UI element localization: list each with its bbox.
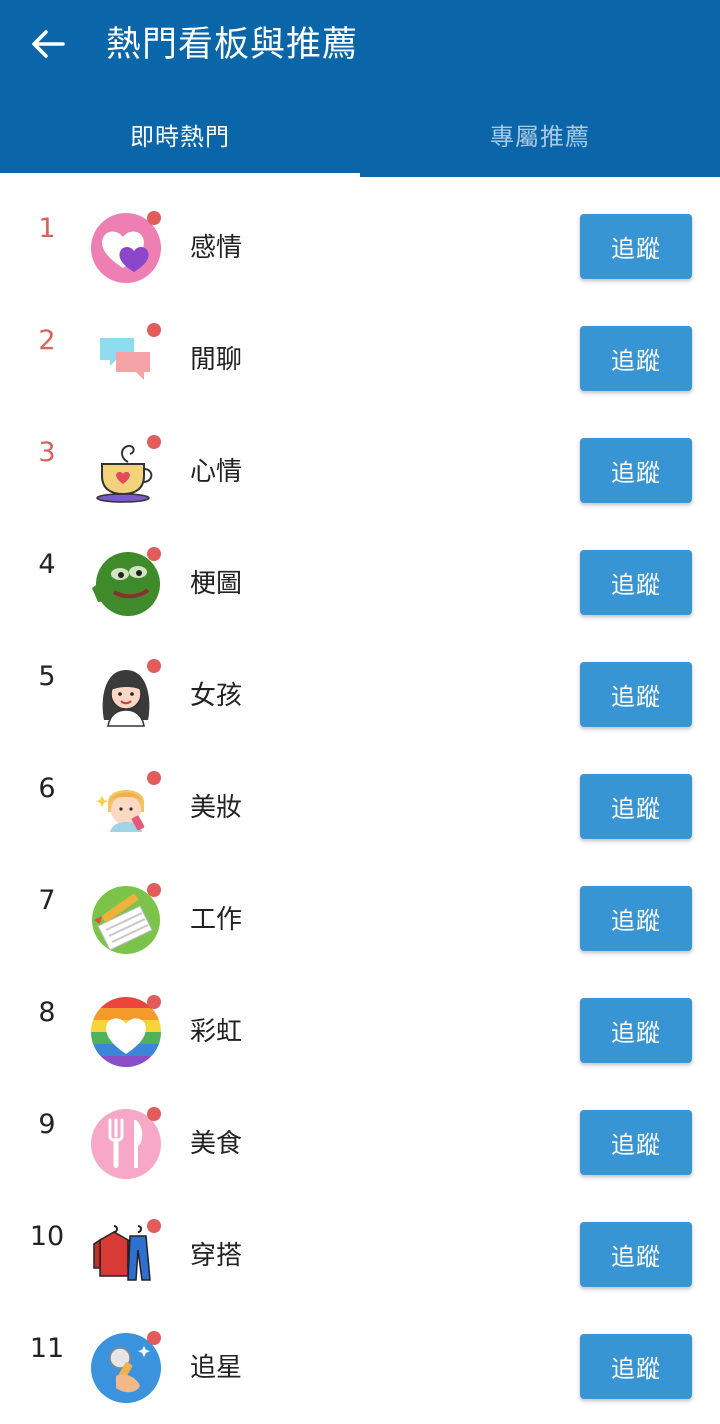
- follow-button[interactable]: 追蹤: [580, 998, 692, 1063]
- list-item[interactable]: 4 梗圖 追蹤: [0, 513, 720, 625]
- unread-dot: [147, 771, 161, 785]
- board-name: 美食: [190, 1129, 243, 1159]
- unread-dot: [147, 323, 161, 337]
- arrow-left-icon: [32, 30, 65, 58]
- rank-number: 1: [38, 213, 56, 244]
- unread-dot: [147, 883, 161, 897]
- rank-number: 6: [38, 773, 56, 804]
- board-name: 追星: [190, 1353, 243, 1383]
- board-name: 閒聊: [190, 345, 243, 375]
- list-item[interactable]: 6 美妝 追蹤: [0, 737, 720, 849]
- follow-button[interactable]: 追蹤: [580, 1110, 692, 1175]
- rank-number: 10: [29, 1221, 65, 1252]
- board-name: 心情: [190, 457, 243, 487]
- unread-dot: [147, 1219, 161, 1233]
- follow-button[interactable]: 追蹤: [580, 886, 692, 951]
- board-name: 穿搭: [190, 1241, 243, 1271]
- unread-dot: [147, 211, 161, 225]
- tab-realtime-hot[interactable]: 即時熱門: [0, 92, 360, 177]
- list-item[interactable]: 3 心情 追蹤: [0, 401, 720, 513]
- board-name: 工作: [190, 905, 243, 935]
- board-name: 彩虹: [190, 1017, 243, 1047]
- rank-number: 5: [38, 661, 56, 692]
- list-item[interactable]: 7 工作 追蹤: [0, 849, 720, 961]
- unread-dot: [147, 1107, 161, 1121]
- rank-number: 4: [38, 549, 56, 580]
- unread-dot: [147, 1331, 161, 1345]
- rank-number: 9: [38, 1109, 56, 1140]
- rank-number: 2: [38, 325, 56, 356]
- list-item[interactable]: 2 閒聊 追蹤: [0, 289, 720, 401]
- follow-button[interactable]: 追蹤: [580, 1222, 692, 1287]
- rank-number: 3: [38, 437, 56, 468]
- tab-recommended[interactable]: 專屬推薦: [360, 92, 720, 177]
- list-item[interactable]: 1 感情 追蹤: [0, 177, 720, 289]
- list-item[interactable]: 10 穿搭 追蹤: [0, 1185, 720, 1297]
- unread-dot: [147, 995, 161, 1009]
- rank-number: 8: [38, 997, 56, 1028]
- follow-button[interactable]: 追蹤: [580, 326, 692, 391]
- rank-number: 7: [38, 885, 56, 916]
- follow-button[interactable]: 追蹤: [580, 438, 692, 503]
- follow-button[interactable]: 追蹤: [580, 774, 692, 839]
- unread-dot: [147, 435, 161, 449]
- back-button[interactable]: [22, 22, 74, 66]
- board-name: 女孩: [190, 681, 243, 711]
- tab-bar: 即時熱門 專屬推薦: [0, 92, 720, 177]
- board-name: 美妝: [190, 793, 243, 823]
- board-name: 感情: [190, 233, 243, 263]
- list-item[interactable]: 11 追星 追蹤: [0, 1297, 720, 1409]
- rank-number: 11: [29, 1333, 65, 1364]
- unread-dot: [147, 547, 161, 561]
- follow-button[interactable]: 追蹤: [580, 1334, 692, 1399]
- follow-button[interactable]: 追蹤: [580, 662, 692, 727]
- page-title: 熱門看板與推薦: [106, 25, 359, 65]
- follow-button[interactable]: 追蹤: [580, 550, 692, 615]
- list-item[interactable]: 5 女孩 追蹤: [0, 625, 720, 737]
- board-list: 1 感情 追蹤 2 閒聊 追蹤 3 心情 追蹤 4 梗圖 追蹤 5 女孩 追蹤 …: [0, 177, 720, 1409]
- app-bar: 熱門看板與推薦 即時熱門 專屬推薦: [0, 0, 720, 177]
- list-item[interactable]: 9 美食 追蹤: [0, 1073, 720, 1185]
- board-name: 梗圖: [190, 569, 243, 599]
- follow-button[interactable]: 追蹤: [580, 214, 692, 279]
- list-item[interactable]: 8 彩虹 追蹤: [0, 961, 720, 1073]
- unread-dot: [147, 659, 161, 673]
